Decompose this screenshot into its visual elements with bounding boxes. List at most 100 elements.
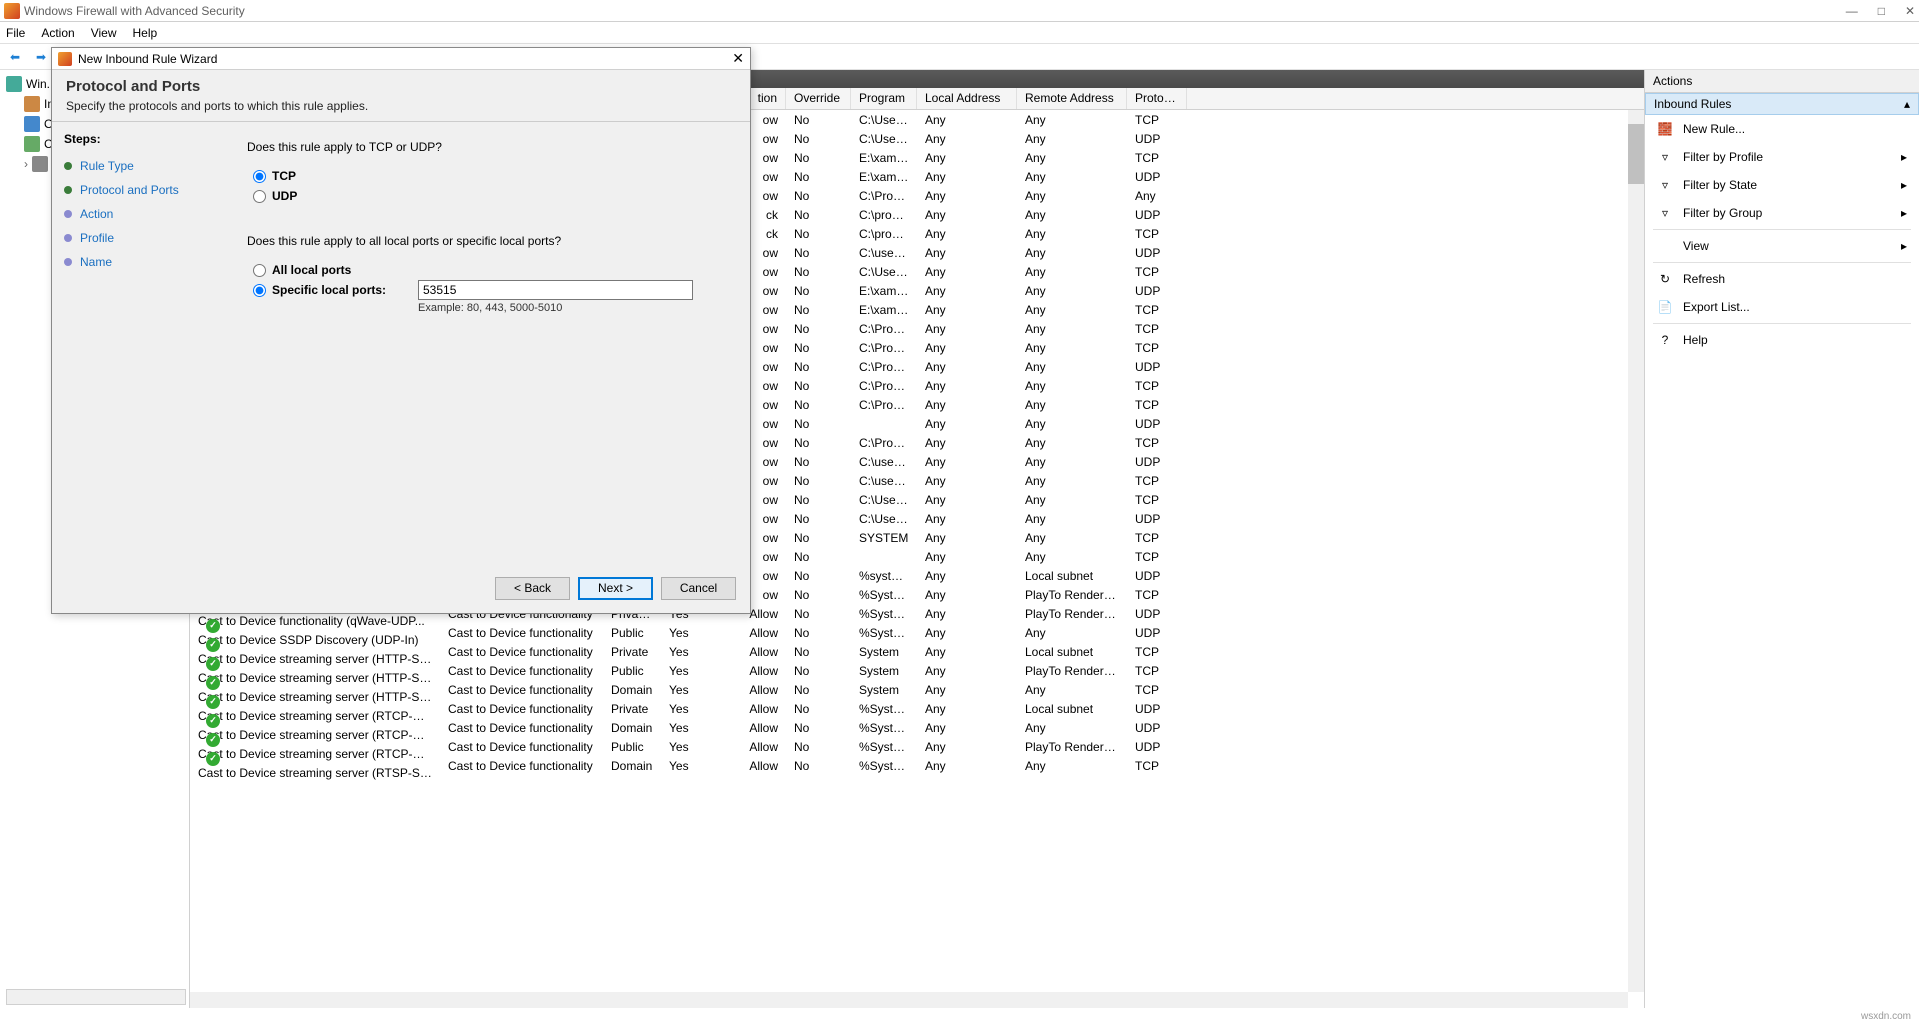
forward-button[interactable]: ➡ <box>30 46 52 68</box>
cell-override: No <box>786 113 851 127</box>
menu-view[interactable]: View <box>91 26 117 40</box>
cell-program: System <box>851 645 917 659</box>
cell-program: C:\Progr... <box>851 398 917 412</box>
cell-remote-address: Any <box>1017 474 1127 488</box>
cell-override: No <box>786 227 851 241</box>
scrollbar-thumb[interactable] <box>1628 124 1644 184</box>
actions-section-label: Inbound Rules <box>1654 97 1731 111</box>
cell-protocol: TCP <box>1127 474 1187 488</box>
cell-enabled: Yes <box>661 759 726 773</box>
radio-all-ports-input[interactable] <box>253 264 266 277</box>
allow-icon: ✓ <box>206 714 220 728</box>
col-remote-address[interactable]: Remote Address <box>1017 88 1127 109</box>
step-name[interactable]: Name <box>64 250 235 274</box>
cell-protocol: TCP <box>1127 493 1187 507</box>
action-refresh[interactable]: ↻Refresh <box>1645 265 1919 293</box>
action-filter-by-profile[interactable]: ▿Filter by Profile▸ <box>1645 143 1919 171</box>
action-filter-by-group[interactable]: ▿Filter by Group▸ <box>1645 199 1919 227</box>
cell-local-address: Any <box>917 379 1017 393</box>
horizontal-scrollbar[interactable] <box>190 992 1628 1008</box>
radio-tcp-input[interactable] <box>253 170 266 183</box>
col-local-address[interactable]: Local Address <box>917 88 1017 109</box>
cell-group: Cast to Device functionality <box>440 626 603 640</box>
bullet-icon <box>64 162 72 170</box>
maximize-button[interactable]: □ <box>1878 4 1885 18</box>
menu-help[interactable]: Help <box>133 26 158 40</box>
action-new-rule-[interactable]: 🧱New Rule... <box>1645 115 1919 143</box>
cell-profile: Public <box>603 664 661 678</box>
cell-profile: Domain <box>603 683 661 697</box>
cell-profile: Private <box>603 645 661 659</box>
cell-program: C:\Users\... <box>851 113 917 127</box>
cell-local-address: Any <box>917 645 1017 659</box>
actions-section-header[interactable]: Inbound Rules ▴ <box>1645 93 1919 115</box>
cell-program: C:\Progr... <box>851 322 917 336</box>
cell-profile: Domain <box>603 759 661 773</box>
back-button[interactable]: ⬅ <box>4 46 26 68</box>
step-protocol-ports[interactable]: Protocol and Ports <box>64 178 235 202</box>
step-profile[interactable]: Profile <box>64 226 235 250</box>
cell-protocol: UDP <box>1127 246 1187 260</box>
menu-file[interactable]: File <box>6 26 25 40</box>
radio-udp-input[interactable] <box>253 190 266 203</box>
cell-protocol: TCP <box>1127 398 1187 412</box>
radio-udp[interactable]: UDP <box>253 186 722 206</box>
step-action[interactable]: Action <box>64 202 235 226</box>
cell-local-address: Any <box>917 588 1017 602</box>
cell-local-address: Any <box>917 569 1017 583</box>
cell-protocol: UDP <box>1127 455 1187 469</box>
cell-program: C:\Users\... <box>851 493 917 507</box>
dialog-close-button[interactable]: ✕ <box>732 50 744 67</box>
cell-program: C:\users\... <box>851 455 917 469</box>
cell-override: No <box>786 322 851 336</box>
col-program[interactable]: Program <box>851 88 917 109</box>
minimize-button[interactable]: — <box>1846 4 1858 18</box>
cell-protocol: TCP <box>1127 550 1187 564</box>
cell-program: C:\Users\... <box>851 265 917 279</box>
action-view[interactable]: View▸ <box>1645 232 1919 260</box>
cell-override: No <box>786 360 851 374</box>
back-button[interactable]: < Back <box>495 577 570 600</box>
radio-tcp[interactable]: TCP <box>253 166 722 186</box>
specific-ports-input[interactable] <box>418 280 693 300</box>
col-protocol[interactable]: Protocol <box>1127 88 1187 109</box>
cell-program: C:\users\... <box>851 246 917 260</box>
chevron-right-icon: ▸ <box>1901 150 1907 164</box>
close-button[interactable]: ✕ <box>1905 4 1915 18</box>
vertical-scrollbar[interactable] <box>1628 110 1644 992</box>
bullet-icon <box>64 234 72 242</box>
cell-override: No <box>786 683 851 697</box>
cell-local-address: Any <box>917 759 1017 773</box>
firewall-icon <box>4 3 20 19</box>
cell-remote-address: Any <box>1017 683 1127 697</box>
tree-scrollbar[interactable] <box>6 989 186 1005</box>
cell-local-address: Any <box>917 626 1017 640</box>
cell-local-address: Any <box>917 284 1017 298</box>
cell-protocol: UDP <box>1127 512 1187 526</box>
cell-program: C:\Progr... <box>851 341 917 355</box>
col-override[interactable]: Override <box>786 88 851 109</box>
radio-specific-ports-input[interactable] <box>253 284 266 297</box>
cell-protocol: UDP <box>1127 626 1187 640</box>
help-icon: ? <box>1657 332 1673 348</box>
next-button[interactable]: Next > <box>578 577 653 600</box>
radio-specific-ports[interactable]: Specific local ports: <box>253 280 418 300</box>
cell-protocol: UDP <box>1127 284 1187 298</box>
table-row[interactable]: ✓ Cast to Device streaming server (RTSP-… <box>190 756 1644 775</box>
action-help[interactable]: ?Help <box>1645 326 1919 354</box>
action-export-list-[interactable]: 📄Export List... <box>1645 293 1919 321</box>
cell-program: C:\Users\... <box>851 512 917 526</box>
radio-all-ports[interactable]: All local ports <box>253 260 722 280</box>
cell-remote-address: PlayTo Renderers <box>1017 740 1127 754</box>
menu-action[interactable]: Action <box>41 26 74 40</box>
cancel-button[interactable]: Cancel <box>661 577 736 600</box>
cell-override: No <box>786 189 851 203</box>
cell-program: C:\Progr... <box>851 360 917 374</box>
step-rule-type[interactable]: Rule Type <box>64 154 235 178</box>
cell-group: Cast to Device functionality <box>440 721 603 735</box>
cell-protocol: UDP <box>1127 740 1187 754</box>
allow-icon: ✓ <box>206 619 220 633</box>
action-filter-by-state[interactable]: ▿Filter by State▸ <box>1645 171 1919 199</box>
cell-program: C:\Progr... <box>851 436 917 450</box>
cell-override: No <box>786 531 851 545</box>
